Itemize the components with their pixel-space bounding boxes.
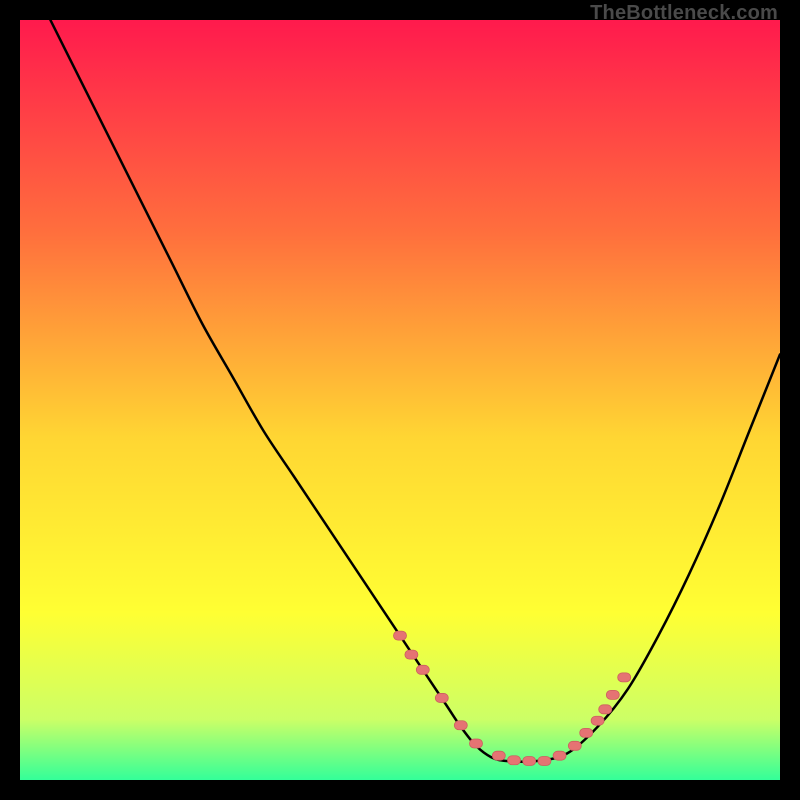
highlight-dot xyxy=(492,751,505,760)
highlight-dot xyxy=(599,705,612,714)
highlight-dot xyxy=(580,728,593,737)
highlight-dot xyxy=(568,741,581,750)
chart-container: TheBottleneck.com xyxy=(0,0,800,800)
highlight-dot xyxy=(618,673,631,682)
gradient-background xyxy=(20,20,780,780)
highlight-dot xyxy=(394,631,407,640)
highlight-dot xyxy=(553,751,566,760)
chart-svg xyxy=(20,20,780,780)
highlight-dot xyxy=(523,757,536,766)
highlight-dot xyxy=(470,739,483,748)
highlight-dot xyxy=(454,721,467,730)
highlight-dot xyxy=(538,757,551,766)
highlight-dot xyxy=(606,690,619,699)
highlight-dot xyxy=(508,756,521,765)
highlight-dot xyxy=(416,665,429,674)
highlight-dot xyxy=(435,693,448,702)
highlight-dot xyxy=(405,650,418,659)
plot-area xyxy=(20,20,780,780)
highlight-dot xyxy=(591,716,604,725)
